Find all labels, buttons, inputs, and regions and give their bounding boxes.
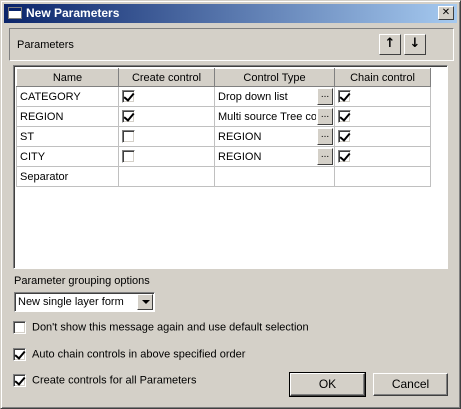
grouping-options-value: New single layer form [18, 296, 124, 308]
new-parameters-dialog: New Parameters ✕ Parameters ↑ ↓ Name Cre… [0, 0, 461, 409]
auto-chain-option[interactable]: Auto chain controls in above specified o… [13, 348, 245, 362]
chain-control-cell[interactable] [334, 86, 431, 107]
window-icon [8, 7, 22, 19]
create-all-controls-option-label: Create controls for all Parameters [32, 374, 197, 387]
table-row[interactable]: Separator [16, 166, 431, 187]
ok-button[interactable]: OK [289, 372, 366, 397]
arrow-up-icon: ↑ [384, 36, 396, 51]
create-control-cell[interactable] [118, 106, 215, 127]
parameters-toolbar: Parameters ↑ ↓ [9, 28, 454, 61]
chain-control-checkbox[interactable] [338, 150, 351, 163]
move-up-button[interactable]: ↑ [379, 34, 401, 55]
column-header-control-type[interactable]: Control Type [214, 68, 335, 87]
chain-control-cell[interactable] [334, 126, 431, 147]
parameters-grid[interactable]: Name Create control Control Type Chain c… [13, 65, 448, 269]
cancel-button[interactable]: Cancel [373, 373, 448, 396]
control-type-browse-button[interactable]: ... [317, 108, 333, 125]
control-type-cell[interactable]: REGION... [214, 126, 335, 147]
table-row[interactable]: REGION Multi source Tree co... [16, 106, 431, 127]
table-row[interactable]: ST REGION... [16, 126, 431, 147]
create-control-checkbox[interactable] [122, 130, 135, 143]
column-header-name[interactable]: Name [16, 68, 119, 87]
column-header-chain-control[interactable]: Chain control [334, 68, 431, 87]
chain-control-cell[interactable] [334, 106, 431, 127]
create-control-cell[interactable] [118, 166, 215, 187]
name-cell[interactable]: ST [16, 126, 119, 147]
auto-chain-option-label: Auto chain controls in above specified o… [32, 348, 246, 361]
arrow-down-icon: ↓ [409, 36, 421, 51]
column-header-create-control[interactable]: Create control [118, 68, 215, 87]
control-type-browse-button[interactable]: ... [317, 88, 333, 105]
auto-chain-option-checkbox[interactable] [13, 348, 26, 361]
dont-show-again-option-checkbox[interactable] [13, 321, 26, 334]
table-row[interactable]: CITY REGION... [16, 146, 431, 167]
control-type-cell[interactable]: Multi source Tree co... [214, 106, 335, 127]
dont-show-again-option-label: Don't show this message again and use de… [32, 321, 309, 334]
create-control-checkbox[interactable] [122, 110, 135, 123]
name-cell[interactable]: REGION [16, 106, 119, 127]
move-down-button[interactable]: ↓ [404, 34, 426, 55]
control-type-cell[interactable]: Drop down list... [214, 86, 335, 107]
create-all-controls-option[interactable]: Create controls for all Parameters [13, 374, 196, 388]
chain-control-cell[interactable] [334, 166, 431, 187]
control-type-value: Multi source Tree co [218, 110, 316, 123]
chain-control-checkbox[interactable] [338, 90, 351, 103]
create-control-checkbox[interactable] [122, 150, 135, 163]
control-type-cell[interactable] [214, 166, 335, 187]
name-cell[interactable]: CITY [16, 146, 119, 167]
create-all-controls-option-checkbox[interactable] [13, 374, 26, 387]
chain-control-cell[interactable] [334, 146, 431, 167]
title-bar[interactable]: New Parameters ✕ [4, 4, 457, 23]
control-type-value: REGION [218, 130, 262, 143]
control-type-browse-button[interactable]: ... [317, 128, 333, 145]
dont-show-again-option[interactable]: Don't show this message again and use de… [13, 321, 309, 335]
control-type-cell[interactable]: REGION... [214, 146, 335, 167]
grouping-options-dropdown[interactable]: New single layer form [14, 292, 155, 312]
table-row[interactable]: CATEGORY Drop down list... [16, 86, 431, 107]
name-cell[interactable]: Separator [16, 166, 119, 187]
create-control-cell[interactable] [118, 86, 215, 107]
control-type-browse-button[interactable]: ... [317, 148, 333, 165]
close-button[interactable]: ✕ [438, 6, 454, 20]
window-title: New Parameters [26, 6, 120, 20]
name-cell[interactable]: CATEGORY [16, 86, 119, 107]
chain-control-checkbox[interactable] [338, 110, 351, 123]
control-type-value: Drop down list [218, 90, 288, 103]
create-control-cell[interactable] [118, 126, 215, 147]
create-control-checkbox[interactable] [122, 90, 135, 103]
grouping-options-label: Parameter grouping options [14, 275, 150, 287]
chain-control-checkbox[interactable] [338, 130, 351, 143]
parameters-label: Parameters [17, 39, 74, 51]
chevron-down-icon[interactable] [137, 294, 153, 310]
create-control-cell[interactable] [118, 146, 215, 167]
control-type-value: REGION [218, 150, 262, 163]
grid-header-row: Name Create control Control Type Chain c… [16, 68, 431, 87]
